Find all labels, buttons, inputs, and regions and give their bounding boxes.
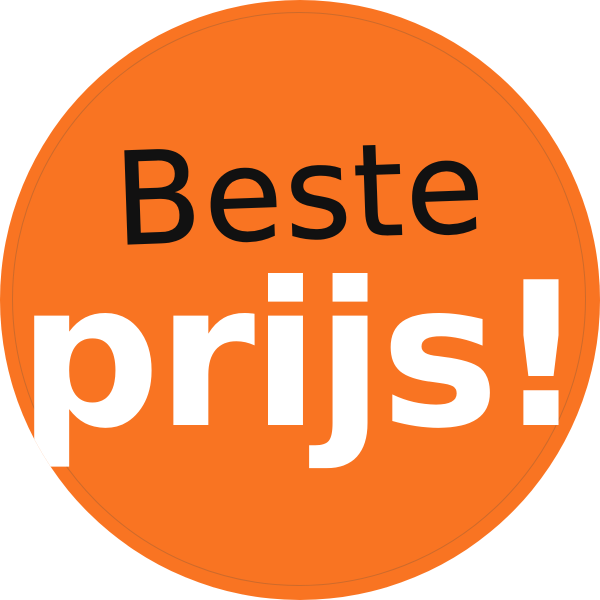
badge-subline: prijs! [17, 240, 586, 473]
price-badge: Beste prijs! [0, 0, 600, 600]
